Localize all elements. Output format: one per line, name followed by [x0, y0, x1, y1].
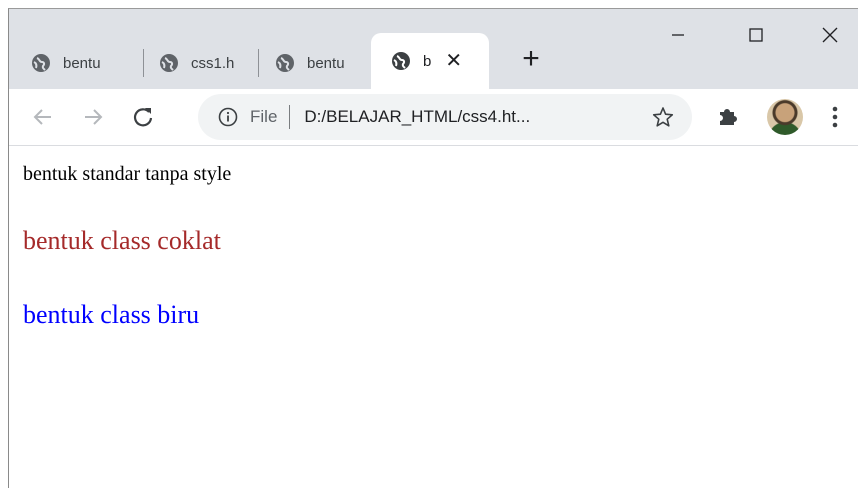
tab-title: css1.h [191, 54, 235, 72]
maximize-button[interactable] [725, 9, 787, 61]
tab-title: b [423, 52, 432, 70]
maximize-icon [749, 28, 763, 42]
tab-3[interactable]: bentu [259, 37, 371, 89]
minimize-button[interactable] [647, 9, 709, 61]
paragraph-class-coklat: bentuk class coklat [23, 226, 221, 255]
globe-icon [276, 54, 294, 72]
address-divider [289, 105, 291, 129]
back-button[interactable] [23, 97, 63, 137]
tab-1[interactable]: bentu [9, 37, 147, 89]
tab-title: bentu [63, 54, 101, 72]
profile-avatar[interactable] [767, 99, 803, 135]
back-arrow-icon [33, 109, 51, 125]
minimize-icon [672, 34, 684, 36]
new-tab-button[interactable]: + [509, 37, 553, 81]
paragraph-class-biru: bentuk class biru [23, 300, 200, 329]
menu-kebab-icon[interactable] [825, 101, 845, 133]
tab-4-active[interactable]: b ✕ [371, 33, 489, 89]
url-scheme-label: File [250, 107, 278, 126]
tab-separator [143, 49, 144, 77]
globe-icon [392, 52, 410, 70]
tab-strip: bentu css1.h bentu b ✕ + [9, 9, 858, 89]
reload-icon [133, 108, 153, 127]
reload-button[interactable] [123, 97, 163, 137]
info-icon[interactable] [218, 107, 238, 127]
page-content: bentuk standar tanpa style bentuk class … [9, 146, 858, 488]
address-bar[interactable]: File D:/BELAJAR_HTML/css4.ht... [198, 94, 692, 140]
browser-window: bentu css1.h bentu b ✕ + File D:/BELAJAR… [8, 8, 858, 488]
browser-toolbar: File D:/BELAJAR_HTML/css4.ht... [9, 89, 858, 146]
globe-icon [32, 54, 50, 72]
globe-icon [160, 54, 178, 72]
paragraph-standard: bentuk standar tanpa style [23, 163, 232, 185]
window-close-button[interactable] [799, 9, 858, 61]
url-text[interactable]: D:/BELAJAR_HTML/css4.ht... [304, 107, 530, 127]
close-tab-icon[interactable]: ✕ [445, 51, 462, 71]
extensions-puzzle-icon[interactable] [715, 103, 741, 129]
star-icon[interactable] [652, 106, 674, 128]
tab-2[interactable]: css1.h [145, 37, 263, 89]
forward-button[interactable] [73, 97, 113, 137]
tab-title: bentu [307, 54, 345, 72]
forward-arrow-icon [85, 109, 103, 125]
window-close-icon [822, 27, 838, 43]
